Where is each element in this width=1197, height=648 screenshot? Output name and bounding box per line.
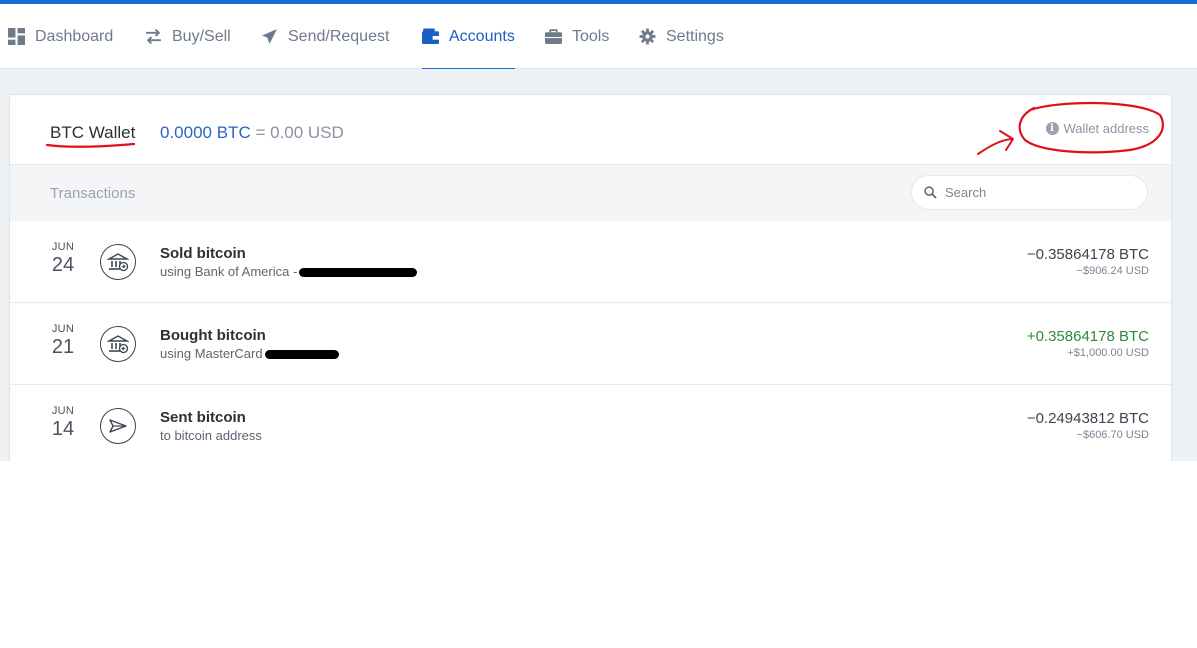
tx-amount: −0.35864178 BTC xyxy=(1026,246,1149,263)
tx-subtitle: using MasterCard xyxy=(160,346,339,361)
nav-dashboard[interactable]: Dashboard xyxy=(8,4,113,69)
grid-icon xyxy=(8,28,25,45)
tx-subtitle-text: using Bank of America - xyxy=(160,264,298,279)
wallet-card: BTC Wallet 0.0000 BTC = 0.00 USD i Walle… xyxy=(9,94,1172,461)
swap-arrows-icon xyxy=(146,28,161,45)
search-input[interactable] xyxy=(945,185,1135,200)
tx-day: 21 xyxy=(51,336,75,358)
main-nav: Dashboard Buy/Sell Send/Request Accounts… xyxy=(0,4,1197,70)
transactions-bar: Transactions xyxy=(10,164,1171,221)
transaction-row[interactable]: JUN 14 Sent bitcoin to bitcoin address −… xyxy=(10,385,1171,461)
search-box[interactable] xyxy=(911,175,1148,210)
info-icon: i xyxy=(1045,122,1059,135)
redaction-mark xyxy=(299,268,418,278)
tx-usd-amount: −$606.70 USD xyxy=(1076,429,1149,441)
wallet-header: BTC Wallet 0.0000 BTC = 0.00 USD i Walle… xyxy=(10,95,1171,164)
wallet-address-label: Wallet address xyxy=(1063,121,1150,136)
redaction-mark xyxy=(264,350,339,360)
nav-tools[interactable]: Tools xyxy=(545,4,609,69)
tx-subtitle: using Bank of America - xyxy=(160,264,418,279)
tx-month: JUN xyxy=(51,323,75,335)
tx-title: Bought bitcoin xyxy=(160,327,266,344)
transactions-title: Transactions xyxy=(50,185,136,202)
balance-usd: = 0.00 USD xyxy=(250,123,344,142)
nav-accounts[interactable]: Accounts xyxy=(422,4,515,70)
tx-date: JUN 24 xyxy=(50,241,76,277)
tx-date: JUN 14 xyxy=(50,405,76,441)
bank-icon xyxy=(100,244,136,280)
wallet-name: BTC Wallet xyxy=(50,123,136,142)
tx-month: JUN xyxy=(51,241,75,253)
tx-date: JUN 21 xyxy=(50,323,76,359)
tx-day: 24 xyxy=(51,254,75,276)
tx-amount: −0.24943812 BTC xyxy=(1026,410,1149,427)
tx-usd-amount: −$906.24 USD xyxy=(1076,265,1149,277)
wallet-address-link[interactable]: i Wallet address xyxy=(1045,121,1150,136)
tx-subtitle-text: using MasterCard xyxy=(160,346,263,361)
nav-send-request[interactable]: Send/Request xyxy=(261,4,389,69)
nav-label: Tools xyxy=(572,27,610,45)
nav-label: Buy/Sell xyxy=(172,27,231,45)
tx-month: JUN xyxy=(51,405,75,417)
tx-title: Sent bitcoin xyxy=(160,409,246,426)
balance-btc: 0.0000 BTC xyxy=(160,123,251,142)
nav-label: Dashboard xyxy=(35,27,114,45)
tx-subtitle: to bitcoin address xyxy=(160,428,262,443)
transaction-row[interactable]: JUN 21 Bought bitcoin using MasterCard +… xyxy=(10,303,1171,385)
tx-amount: +0.35864178 BTC xyxy=(1026,328,1149,345)
bank-icon xyxy=(100,326,136,362)
nav-buy-sell[interactable]: Buy/Sell xyxy=(145,4,231,69)
tx-day: 14 xyxy=(51,418,75,440)
search-icon xyxy=(924,186,937,199)
transaction-row[interactable]: JUN 24 Sold bitcoin using Bank of Americ… xyxy=(10,221,1171,303)
paper-plane-icon xyxy=(100,408,136,444)
gear-icon xyxy=(639,28,656,45)
paper-plane-icon xyxy=(262,29,277,44)
wallet-balance: 0.0000 BTC = 0.00 USD xyxy=(160,123,344,143)
nav-settings[interactable]: Settings xyxy=(639,4,724,69)
nav-label: Settings xyxy=(666,27,724,45)
nav-label: Send/Request xyxy=(288,27,390,45)
tx-title: Sold bitcoin xyxy=(160,245,246,262)
tx-usd-amount: +$1,000.00 USD xyxy=(1067,347,1149,359)
briefcase-icon xyxy=(545,29,562,44)
wallet-icon xyxy=(422,28,439,44)
nav-label: Accounts xyxy=(449,27,515,45)
